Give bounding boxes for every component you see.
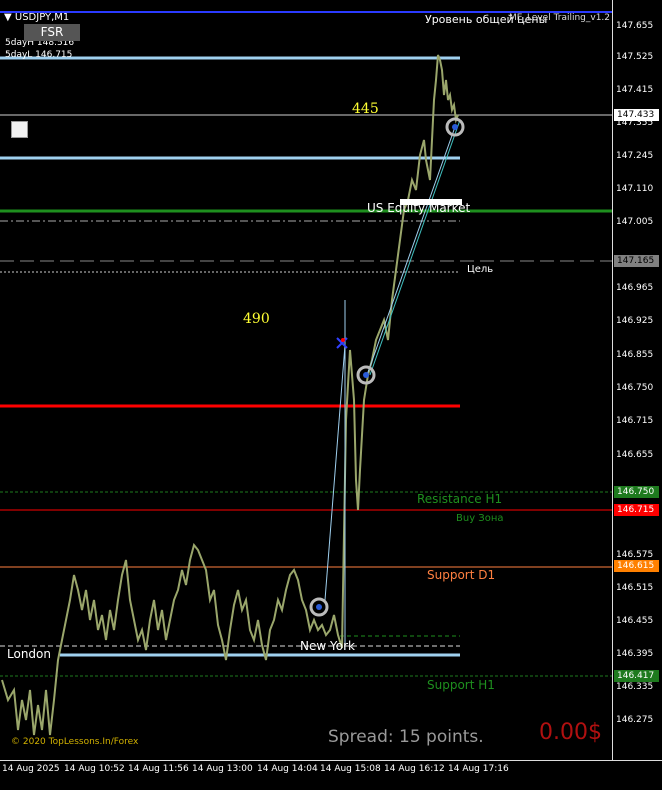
trade-marker-icon[interactable] — [356, 365, 376, 385]
price-tick-label: 146.515 — [616, 583, 654, 593]
time-tick-label: 14 Aug 15:08 — [320, 764, 381, 774]
price-tag: 146.750 — [614, 486, 659, 498]
price-tag: 146.417 — [614, 670, 659, 682]
us-equity-market-label: US Equity Market — [367, 201, 471, 215]
resistance-h1-label: Resistance H1 — [417, 492, 503, 506]
price-tick-label: 147.110 — [616, 184, 654, 194]
time-tick-label: 14 Aug 14:04 — [257, 764, 318, 774]
price-tag: 147.433 — [614, 109, 659, 121]
support-d1-label: Support D1 — [427, 568, 496, 582]
pips-label-upper: 445 — [352, 101, 379, 117]
price-tag: 147.165 — [614, 255, 659, 267]
trade-marker-icon[interactable] — [445, 117, 465, 137]
price-tick-label: 146.335 — [616, 682, 654, 692]
time-tick-label: 14 Aug 2025 — [2, 764, 60, 774]
dropdown-triangle-icon[interactable]: ▼ — [4, 12, 12, 23]
time-tick-label: 14 Aug 10:52 — [64, 764, 125, 774]
price-tick-label: 146.715 — [616, 416, 654, 426]
trend-line-3[interactable] — [366, 126, 456, 376]
support-h1-label: Support H1 — [427, 678, 495, 692]
price-tick-label: 147.245 — [616, 151, 654, 161]
time-tick-label: 14 Aug 17:16 — [448, 764, 509, 774]
trend-line-2[interactable] — [324, 344, 346, 601]
price-tick-label: 147.415 — [616, 85, 654, 95]
spread-label: Spread: 15 points. — [328, 727, 484, 747]
price-tick-label: 146.965 — [616, 283, 654, 293]
price-tick-label: 146.455 — [616, 616, 654, 626]
symbol-title[interactable]: ▼ USDJPY,M1 — [4, 12, 69, 23]
pips-label-lower: 490 — [243, 311, 270, 327]
price-tag: 146.715 — [614, 504, 659, 516]
time-tick-label: 14 Aug 16:12 — [384, 764, 445, 774]
price-tick-label: 147.655 — [616, 21, 654, 31]
chart-checkbox[interactable] — [11, 121, 28, 138]
five-day-low: 5dayL 146.715 — [5, 50, 73, 60]
price-tick-label: 146.750 — [616, 383, 654, 393]
chart-window[interactable]: ▼ USDJPY,M1 5dayH 148.516 5dayL 146.715 … — [0, 0, 662, 789]
price-tick-label: 146.655 — [616, 450, 654, 460]
price-tick-label: 147.005 — [616, 217, 654, 227]
ea-title: ME_Level Trailing_v1.2 — [509, 13, 611, 23]
copyright-label: © 2020 TopLessons.In/Forex — [11, 737, 139, 747]
buy-zone-label: Buy Зона — [456, 513, 504, 524]
time-tick-label: 14 Aug 11:56 — [128, 764, 189, 774]
price-tag: 146.615 — [614, 560, 659, 572]
price-tick-label: 146.275 — [616, 715, 654, 725]
fsr-button[interactable]: FSR — [24, 24, 80, 41]
new-york-label: New York — [300, 639, 355, 653]
target-label: Цель — [467, 264, 494, 275]
price-tick-label: 146.855 — [616, 350, 654, 360]
price-tick-label: 146.575 — [616, 550, 654, 560]
time-tick-label: 14 Aug 13:00 — [192, 764, 253, 774]
symbol-label: USDJPY,M1 — [14, 12, 70, 23]
trade-marker-icon[interactable] — [309, 597, 329, 617]
price-tick-label: 147.525 — [616, 52, 654, 62]
price-tick-label: 146.925 — [616, 316, 654, 326]
london-label: London — [7, 647, 51, 661]
profit-label: 0.00$ — [539, 720, 602, 745]
price-tick-label: 146.395 — [616, 649, 654, 659]
